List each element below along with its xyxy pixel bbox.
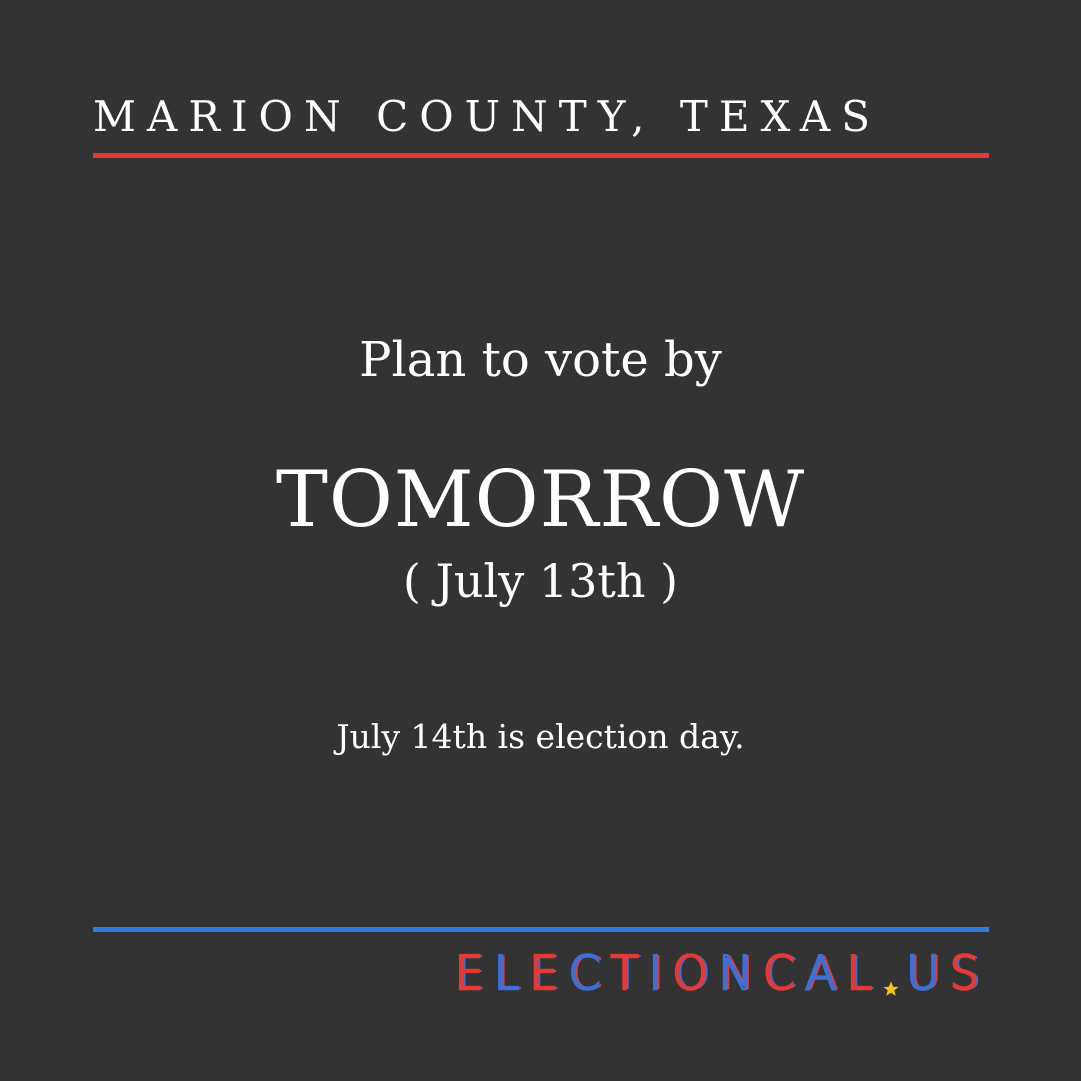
- brand-letter: L: [845, 945, 883, 1002]
- top-divider: [93, 153, 989, 158]
- brand-name-part2: US: [905, 945, 989, 1002]
- election-card: MARION COUNTY, TEXAS Plan to vote by TOM…: [0, 0, 1081, 1081]
- deadline-text: TOMORROW: [275, 455, 806, 545]
- brand-letter: C: [762, 945, 806, 1002]
- brand-logo: ELECTIONCAL US: [453, 945, 989, 1002]
- star-icon: [883, 981, 899, 996]
- brand-name-part1: ELECTIONCAL: [453, 945, 883, 1002]
- brand-letter: O: [671, 945, 719, 1002]
- brand-letter: I: [647, 945, 673, 1002]
- deadline-date: ( July 13th ): [402, 554, 679, 608]
- brand-letter: N: [717, 945, 763, 1002]
- brand-letter: T: [609, 945, 649, 1002]
- brand-letter: A: [804, 945, 847, 1002]
- brand-letter: C: [567, 945, 611, 1002]
- lead-text: Plan to vote by: [359, 332, 722, 388]
- bottom-divider: [93, 927, 989, 932]
- brand-letter: E: [528, 945, 569, 1002]
- county-heading: MARION COUNTY, TEXAS: [93, 92, 882, 141]
- election-day-note: July 14th is election day.: [336, 717, 745, 756]
- brand-letter: L: [492, 945, 530, 1002]
- brand-letter: U: [905, 945, 950, 1002]
- brand-letter: E: [453, 945, 494, 1002]
- brand-letter: S: [949, 945, 989, 1002]
